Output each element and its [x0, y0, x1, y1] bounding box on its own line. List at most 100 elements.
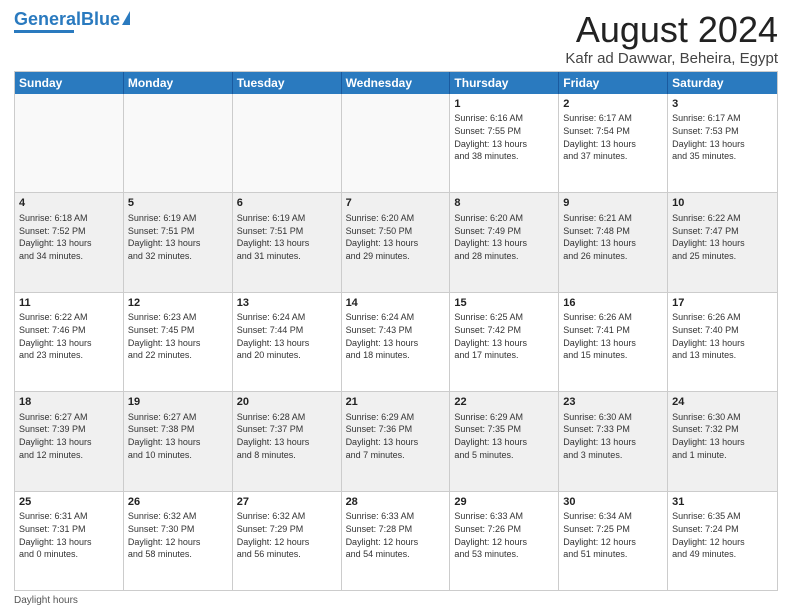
day-number: 20: [237, 395, 337, 410]
calendar-cell: [15, 94, 124, 192]
calendar-cell: 24Sunrise: 6:30 AM Sunset: 7:32 PM Dayli…: [668, 392, 777, 490]
calendar-cell: 10Sunrise: 6:22 AM Sunset: 7:47 PM Dayli…: [668, 193, 777, 291]
day-number: 24: [672, 395, 773, 410]
calendar-cell: 4Sunrise: 6:18 AM Sunset: 7:52 PM Daylig…: [15, 193, 124, 291]
day-number: 31: [672, 495, 773, 510]
logo: GeneralBlue: [14, 10, 130, 33]
logo-blue: Blue: [81, 9, 120, 29]
day-number: 5: [128, 196, 228, 211]
calendar-header-cell: Monday: [124, 72, 233, 94]
day-info: Sunrise: 6:22 AM Sunset: 7:47 PM Dayligh…: [672, 212, 773, 262]
day-info: Sunrise: 6:24 AM Sunset: 7:44 PM Dayligh…: [237, 311, 337, 361]
day-info: Sunrise: 6:19 AM Sunset: 7:51 PM Dayligh…: [128, 212, 228, 262]
calendar-cell: 6Sunrise: 6:19 AM Sunset: 7:51 PM Daylig…: [233, 193, 342, 291]
calendar: SundayMondayTuesdayWednesdayThursdayFrid…: [14, 71, 778, 591]
day-info: Sunrise: 6:29 AM Sunset: 7:35 PM Dayligh…: [454, 411, 554, 461]
day-info: Sunrise: 6:16 AM Sunset: 7:55 PM Dayligh…: [454, 112, 554, 162]
day-number: 4: [19, 196, 119, 211]
day-info: Sunrise: 6:23 AM Sunset: 7:45 PM Dayligh…: [128, 311, 228, 361]
calendar-cell: 3Sunrise: 6:17 AM Sunset: 7:53 PM Daylig…: [668, 94, 777, 192]
calendar-cell: 14Sunrise: 6:24 AM Sunset: 7:43 PM Dayli…: [342, 293, 451, 391]
day-info: Sunrise: 6:22 AM Sunset: 7:46 PM Dayligh…: [19, 311, 119, 361]
calendar-week-row: 4Sunrise: 6:18 AM Sunset: 7:52 PM Daylig…: [15, 193, 777, 292]
calendar-cell: 1Sunrise: 6:16 AM Sunset: 7:55 PM Daylig…: [450, 94, 559, 192]
day-number: 16: [563, 296, 663, 311]
day-number: 22: [454, 395, 554, 410]
day-number: 23: [563, 395, 663, 410]
calendar-week-row: 11Sunrise: 6:22 AM Sunset: 7:46 PM Dayli…: [15, 293, 777, 392]
day-number: 11: [19, 296, 119, 311]
logo-text: GeneralBlue: [14, 10, 120, 28]
calendar-week-row: 18Sunrise: 6:27 AM Sunset: 7:39 PM Dayli…: [15, 392, 777, 491]
subtitle: Kafr ad Dawwar, Beheira, Egypt: [565, 50, 778, 67]
main-title: August 2024: [565, 10, 778, 50]
day-number: 9: [563, 196, 663, 211]
calendar-body: 1Sunrise: 6:16 AM Sunset: 7:55 PM Daylig…: [15, 94, 777, 590]
calendar-header-cell: Thursday: [450, 72, 559, 94]
calendar-cell: 9Sunrise: 6:21 AM Sunset: 7:48 PM Daylig…: [559, 193, 668, 291]
day-number: 25: [19, 495, 119, 510]
day-info: Sunrise: 6:34 AM Sunset: 7:25 PM Dayligh…: [563, 510, 663, 560]
calendar-cell: 15Sunrise: 6:25 AM Sunset: 7:42 PM Dayli…: [450, 293, 559, 391]
day-info: Sunrise: 6:32 AM Sunset: 7:30 PM Dayligh…: [128, 510, 228, 560]
day-number: 10: [672, 196, 773, 211]
header: GeneralBlue August 2024 Kafr ad Dawwar, …: [14, 10, 778, 67]
logo-general: General: [14, 9, 81, 29]
calendar-cell: 16Sunrise: 6:26 AM Sunset: 7:41 PM Dayli…: [559, 293, 668, 391]
day-number: 30: [563, 495, 663, 510]
calendar-cell: 8Sunrise: 6:20 AM Sunset: 7:49 PM Daylig…: [450, 193, 559, 291]
day-info: Sunrise: 6:33 AM Sunset: 7:26 PM Dayligh…: [454, 510, 554, 560]
day-number: 14: [346, 296, 446, 311]
calendar-cell: 21Sunrise: 6:29 AM Sunset: 7:36 PM Dayli…: [342, 392, 451, 490]
calendar-cell: [124, 94, 233, 192]
calendar-cell: [233, 94, 342, 192]
day-number: 15: [454, 296, 554, 311]
day-info: Sunrise: 6:31 AM Sunset: 7:31 PM Dayligh…: [19, 510, 119, 560]
day-number: 27: [237, 495, 337, 510]
calendar-cell: 30Sunrise: 6:34 AM Sunset: 7:25 PM Dayli…: [559, 492, 668, 590]
day-number: 18: [19, 395, 119, 410]
calendar-header-cell: Friday: [559, 72, 668, 94]
day-info: Sunrise: 6:30 AM Sunset: 7:33 PM Dayligh…: [563, 411, 663, 461]
calendar-header-cell: Sunday: [15, 72, 124, 94]
day-info: Sunrise: 6:17 AM Sunset: 7:54 PM Dayligh…: [563, 112, 663, 162]
calendar-cell: 31Sunrise: 6:35 AM Sunset: 7:24 PM Dayli…: [668, 492, 777, 590]
footer: Daylight hours: [14, 595, 778, 606]
day-number: 17: [672, 296, 773, 311]
day-number: 29: [454, 495, 554, 510]
calendar-cell: 23Sunrise: 6:30 AM Sunset: 7:33 PM Dayli…: [559, 392, 668, 490]
day-info: Sunrise: 6:32 AM Sunset: 7:29 PM Dayligh…: [237, 510, 337, 560]
calendar-cell: 27Sunrise: 6:32 AM Sunset: 7:29 PM Dayli…: [233, 492, 342, 590]
logo-underline: [14, 30, 74, 33]
day-info: Sunrise: 6:19 AM Sunset: 7:51 PM Dayligh…: [237, 212, 337, 262]
day-info: Sunrise: 6:27 AM Sunset: 7:39 PM Dayligh…: [19, 411, 119, 461]
day-number: 2: [563, 97, 663, 112]
day-number: 26: [128, 495, 228, 510]
day-number: 21: [346, 395, 446, 410]
day-info: Sunrise: 6:20 AM Sunset: 7:50 PM Dayligh…: [346, 212, 446, 262]
title-block: August 2024 Kafr ad Dawwar, Beheira, Egy…: [565, 10, 778, 67]
day-number: 28: [346, 495, 446, 510]
calendar-cell: [342, 94, 451, 192]
day-info: Sunrise: 6:20 AM Sunset: 7:49 PM Dayligh…: [454, 212, 554, 262]
day-number: 12: [128, 296, 228, 311]
day-number: 13: [237, 296, 337, 311]
day-number: 1: [454, 97, 554, 112]
calendar-header-cell: Wednesday: [342, 72, 451, 94]
day-number: 3: [672, 97, 773, 112]
day-info: Sunrise: 6:29 AM Sunset: 7:36 PM Dayligh…: [346, 411, 446, 461]
day-info: Sunrise: 6:35 AM Sunset: 7:24 PM Dayligh…: [672, 510, 773, 560]
calendar-cell: 11Sunrise: 6:22 AM Sunset: 7:46 PM Dayli…: [15, 293, 124, 391]
page: GeneralBlue August 2024 Kafr ad Dawwar, …: [0, 0, 792, 612]
calendar-header-cell: Tuesday: [233, 72, 342, 94]
calendar-week-row: 25Sunrise: 6:31 AM Sunset: 7:31 PM Dayli…: [15, 492, 777, 590]
calendar-cell: 26Sunrise: 6:32 AM Sunset: 7:30 PM Dayli…: [124, 492, 233, 590]
calendar-header-cell: Saturday: [668, 72, 777, 94]
day-info: Sunrise: 6:21 AM Sunset: 7:48 PM Dayligh…: [563, 212, 663, 262]
day-info: Sunrise: 6:30 AM Sunset: 7:32 PM Dayligh…: [672, 411, 773, 461]
calendar-cell: 19Sunrise: 6:27 AM Sunset: 7:38 PM Dayli…: [124, 392, 233, 490]
calendar-cell: 17Sunrise: 6:26 AM Sunset: 7:40 PM Dayli…: [668, 293, 777, 391]
day-number: 19: [128, 395, 228, 410]
calendar-cell: 2Sunrise: 6:17 AM Sunset: 7:54 PM Daylig…: [559, 94, 668, 192]
calendar-cell: 12Sunrise: 6:23 AM Sunset: 7:45 PM Dayli…: [124, 293, 233, 391]
